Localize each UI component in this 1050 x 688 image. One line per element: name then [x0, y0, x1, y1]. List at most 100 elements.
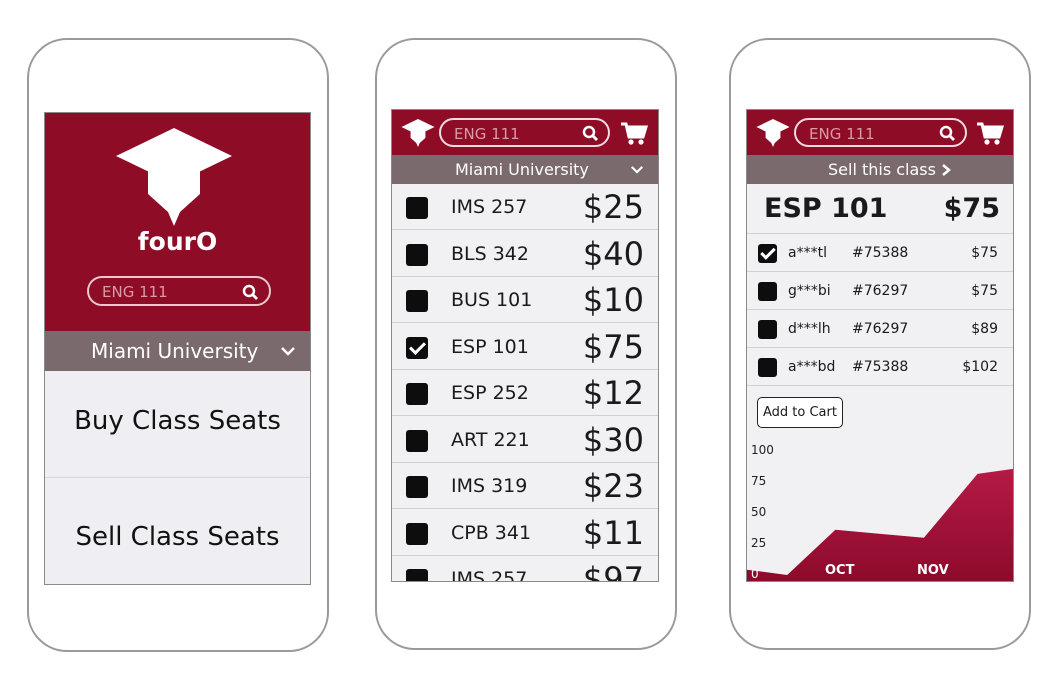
- listing-row[interactable]: IMS 257 $25: [392, 184, 658, 230]
- detail-screen: ENG 111 Sell this class ESP 101 $75 a***…: [746, 109, 1014, 582]
- search-input[interactable]: ENG 111: [439, 118, 610, 147]
- listing-course: ESP 252: [451, 382, 529, 404]
- chevron-right-icon: [942, 164, 951, 176]
- university-selector[interactable]: Miami University: [392, 155, 658, 184]
- university-label: Miami University: [91, 339, 259, 363]
- seller-list: a***tl #75388 $75 g***bi #76297 $75 d***lh #762…: [747, 233, 1013, 386]
- cart-icon[interactable]: [620, 121, 648, 147]
- university-label: Miami University: [455, 160, 589, 179]
- seller-checkbox[interactable]: [758, 320, 777, 339]
- brand-name: fourO: [137, 227, 218, 256]
- seller-price: $75: [971, 283, 998, 299]
- sell-class-label: Sell this class: [828, 160, 936, 179]
- listing-price: $25: [582, 188, 644, 226]
- brand-header: fourO ENG 111: [45, 113, 310, 331]
- y-tick-75: 75: [751, 474, 767, 488]
- listing-course: IMS 257: [451, 568, 528, 582]
- buy-seats-button[interactable]: Buy Class Seats: [45, 371, 310, 478]
- listing-row[interactable]: ESP 101 $75: [392, 324, 658, 370]
- seller-row[interactable]: d***lh #76297 $89: [747, 310, 1013, 348]
- listing-course: CPB 341: [451, 521, 532, 544]
- listing-checkbox[interactable]: [406, 522, 428, 545]
- listing-checkbox[interactable]: [406, 476, 428, 498]
- search-icon[interactable]: [582, 125, 599, 142]
- search-input[interactable]: ENG 111: [87, 276, 271, 306]
- search-placeholder: ENG 111: [102, 283, 168, 301]
- listing-checkbox[interactable]: [406, 429, 428, 452]
- listing-price: $10: [582, 281, 644, 319]
- seller-name: g***bi: [788, 283, 831, 299]
- listing-number: #75388: [852, 245, 909, 261]
- seller-price: $89: [971, 321, 998, 337]
- sell-class-link[interactable]: Sell this class: [747, 155, 1013, 184]
- app-header: ENG 111: [747, 110, 1013, 155]
- listing-price: $12: [582, 374, 644, 412]
- seller-row[interactable]: a***bd #75388 $102: [747, 348, 1013, 386]
- seller-row[interactable]: g***bi #76297 $75: [747, 272, 1013, 310]
- course-title: ESP 101: [764, 193, 888, 224]
- price-history-chart: 100 75 50 25 0 OCT NOV: [747, 438, 1013, 581]
- x-tick-nov: NOV: [917, 563, 949, 578]
- listing-price: $30: [582, 420, 644, 459]
- cart-icon[interactable]: [976, 121, 1004, 147]
- y-tick-100: 100: [751, 443, 774, 457]
- listing-checkbox[interactable]: [406, 197, 428, 219]
- search-placeholder: ENG 111: [809, 125, 875, 143]
- listing-checkbox[interactable]: [406, 336, 428, 359]
- y-tick-25: 25: [751, 536, 767, 550]
- search-icon[interactable]: [242, 284, 259, 301]
- listing-checkbox[interactable]: [406, 290, 428, 312]
- seller-checkbox[interactable]: [758, 358, 777, 377]
- listing-course: ESP 101: [451, 335, 529, 358]
- university-selector[interactable]: Miami University: [45, 331, 310, 371]
- listing-course: BLS 342: [451, 242, 529, 265]
- add-to-cart-button[interactable]: Add to Cart: [757, 397, 843, 428]
- listing-checkbox[interactable]: [406, 383, 428, 405]
- search-input[interactable]: ENG 111: [794, 118, 967, 147]
- seller-price: $102: [962, 359, 998, 375]
- seller-name: a***tl: [788, 245, 827, 261]
- price-chart-svg: [747, 468, 1013, 581]
- seller-checkbox[interactable]: [758, 244, 777, 263]
- listing-row[interactable]: IMS 319 $23: [392, 463, 658, 509]
- logo-icon: [116, 128, 232, 226]
- listing-row[interactable]: BLS 342 $40: [392, 231, 658, 277]
- chevron-down-icon[interactable]: [280, 346, 296, 356]
- home-screen: fourO ENG 111 Miami University Buy Class…: [44, 112, 311, 585]
- listing-row[interactable]: ART 221 $30: [392, 417, 658, 463]
- listing-price: $97: [582, 560, 644, 582]
- listings-screen: ENG 111 Miami University IMS 257 $25 BLS 3…: [391, 109, 659, 582]
- listing-number: #75388: [852, 359, 909, 375]
- listing-course: ART 221: [451, 428, 530, 451]
- seller-name: d***lh: [788, 321, 831, 337]
- listing-number: #76297: [852, 283, 909, 299]
- listing-course: IMS 257: [451, 196, 528, 218]
- listing-price: $11: [582, 513, 644, 552]
- listing-row[interactable]: IMS 257 $97: [392, 556, 658, 582]
- course-price: $75: [943, 193, 1000, 224]
- sell-seats-button[interactable]: Sell Class Seats: [45, 479, 310, 584]
- listing-course: IMS 319: [451, 475, 528, 497]
- listing-row[interactable]: BUS 101 $10: [392, 277, 658, 323]
- listing-number: #76297: [852, 321, 909, 337]
- seller-name: a***bd: [788, 359, 836, 375]
- listing-price: $75: [582, 327, 644, 366]
- seller-row[interactable]: a***tl #75388 $75: [747, 234, 1013, 272]
- app-header: ENG 111: [392, 110, 658, 155]
- listing-price: $23: [582, 467, 644, 505]
- listing-row[interactable]: ESP 252 $12: [392, 370, 658, 416]
- chevron-down-icon[interactable]: [630, 165, 644, 174]
- logo-icon[interactable]: [401, 119, 435, 147]
- listing-course: BUS 101: [451, 289, 533, 311]
- search-icon[interactable]: [939, 125, 956, 142]
- seller-checkbox[interactable]: [758, 282, 777, 301]
- listing-checkbox[interactable]: [406, 569, 428, 581]
- price-area: [747, 468, 1013, 581]
- y-tick-50: 50: [751, 505, 767, 519]
- y-tick-0: 0: [751, 567, 759, 581]
- logo-icon[interactable]: [756, 119, 790, 147]
- listing-checkbox[interactable]: [406, 243, 428, 266]
- listing-row[interactable]: CPB 341 $11: [392, 510, 658, 556]
- x-tick-oct: OCT: [825, 563, 855, 578]
- search-placeholder: ENG 111: [454, 125, 520, 143]
